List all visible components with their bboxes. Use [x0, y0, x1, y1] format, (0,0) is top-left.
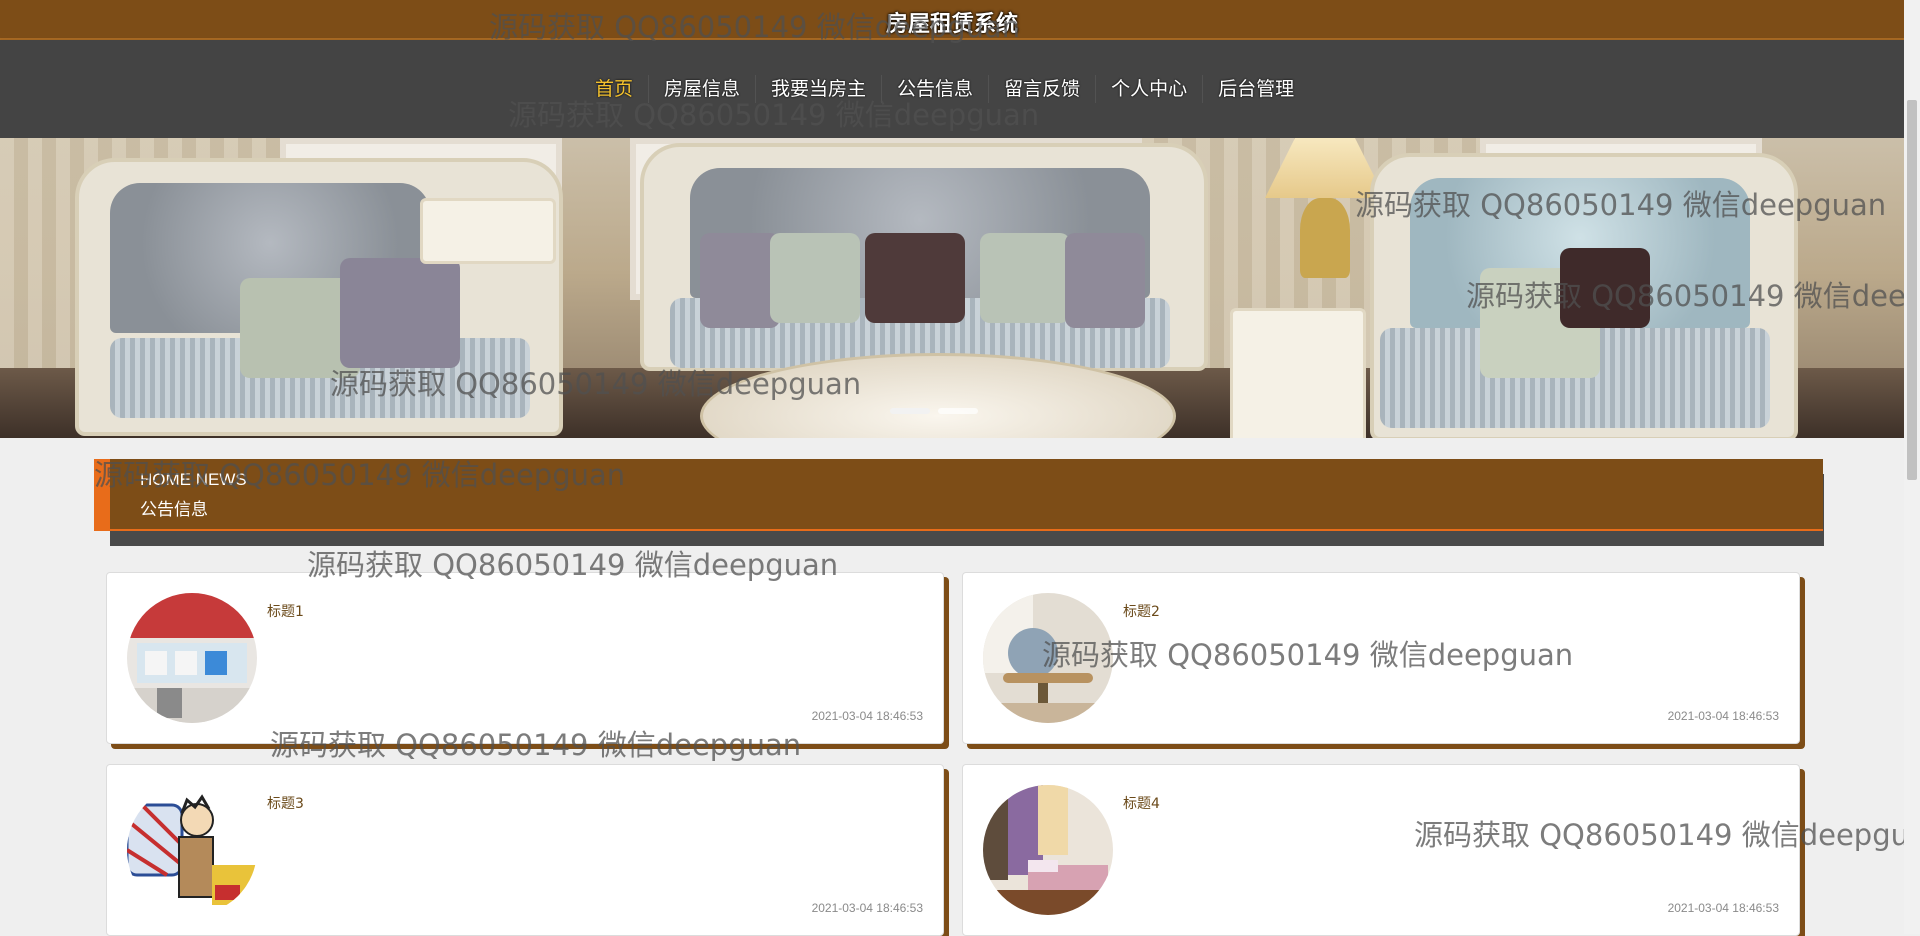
- shop-interior-icon: [127, 593, 257, 723]
- scrollbar-thumb[interactable]: [1907, 100, 1917, 480]
- site-title: 房屋租赁系统: [885, 12, 1018, 37]
- carousel-indicators: [890, 408, 978, 414]
- news-time: 2021-03-04 18:46:53: [811, 901, 923, 915]
- news-card[interactable]: 标题2 2021-03-04 18:46:53: [962, 572, 1800, 744]
- pillow: [865, 233, 965, 323]
- pillow: [340, 258, 460, 368]
- news-time: 2021-03-04 18:46:53: [1667, 709, 1779, 723]
- news-time: 2021-03-04 18:46:53: [811, 709, 923, 723]
- news-title-cn: 公告信息: [140, 500, 208, 520]
- news-title-en: HOME NEWS: [140, 470, 247, 489]
- news-title[interactable]: 标题2: [1123, 601, 1160, 621]
- top-bar: 房屋租赁系统: [0, 0, 1904, 40]
- pillow: [700, 233, 780, 328]
- bedroom-icon: [983, 785, 1113, 915]
- banner-carousel[interactable]: [0, 138, 1904, 438]
- nav-list: 首页 房屋信息 我要当房主 公告信息 留言反馈 个人中心 后台管理: [580, 75, 1309, 103]
- pillow: [770, 233, 860, 323]
- nav-item-personal-center[interactable]: 个人中心: [1095, 75, 1202, 103]
- page-scrollbar[interactable]: [1904, 0, 1920, 934]
- news-card[interactable]: 标题1 2021-03-04 18:46:53: [106, 572, 944, 744]
- nav-item-houses[interactable]: 房屋信息: [648, 75, 755, 103]
- news-title[interactable]: 标题1: [267, 601, 304, 621]
- news-card[interactable]: 标题3 2021-03-04 18:46:53: [106, 764, 944, 936]
- pillow: [1560, 248, 1650, 328]
- living-room-icon: [983, 593, 1113, 723]
- nav-item-admin[interactable]: 后台管理: [1202, 75, 1309, 103]
- news-title[interactable]: 标题4: [1123, 793, 1160, 813]
- nav-item-announcements[interactable]: 公告信息: [881, 75, 988, 103]
- main-nav: 首页 房屋信息 我要当房主 公告信息 留言反馈 个人中心 后台管理: [0, 40, 1904, 138]
- nav-item-home[interactable]: 首页: [580, 75, 648, 103]
- nav-item-feedback[interactable]: 留言反馈: [988, 75, 1095, 103]
- news-time: 2021-03-04 18:46:53: [1667, 901, 1779, 915]
- pillow: [980, 233, 1070, 323]
- carousel-dot[interactable]: [890, 408, 930, 414]
- lamp-base: [1300, 198, 1350, 278]
- side-table: [420, 198, 556, 264]
- news-card[interactable]: 标题4 2021-03-04 18:46:53: [962, 764, 1800, 936]
- news-title[interactable]: 标题3: [267, 793, 304, 813]
- nav-item-become-landlord[interactable]: 我要当房主: [755, 75, 881, 103]
- pillow: [1065, 233, 1145, 328]
- carousel-dot[interactable]: [938, 408, 978, 414]
- cartoon-tenant-icon: [127, 785, 257, 915]
- news-section-header: HOME NEWS 公告信息: [94, 459, 1823, 531]
- side-table: [1230, 308, 1366, 438]
